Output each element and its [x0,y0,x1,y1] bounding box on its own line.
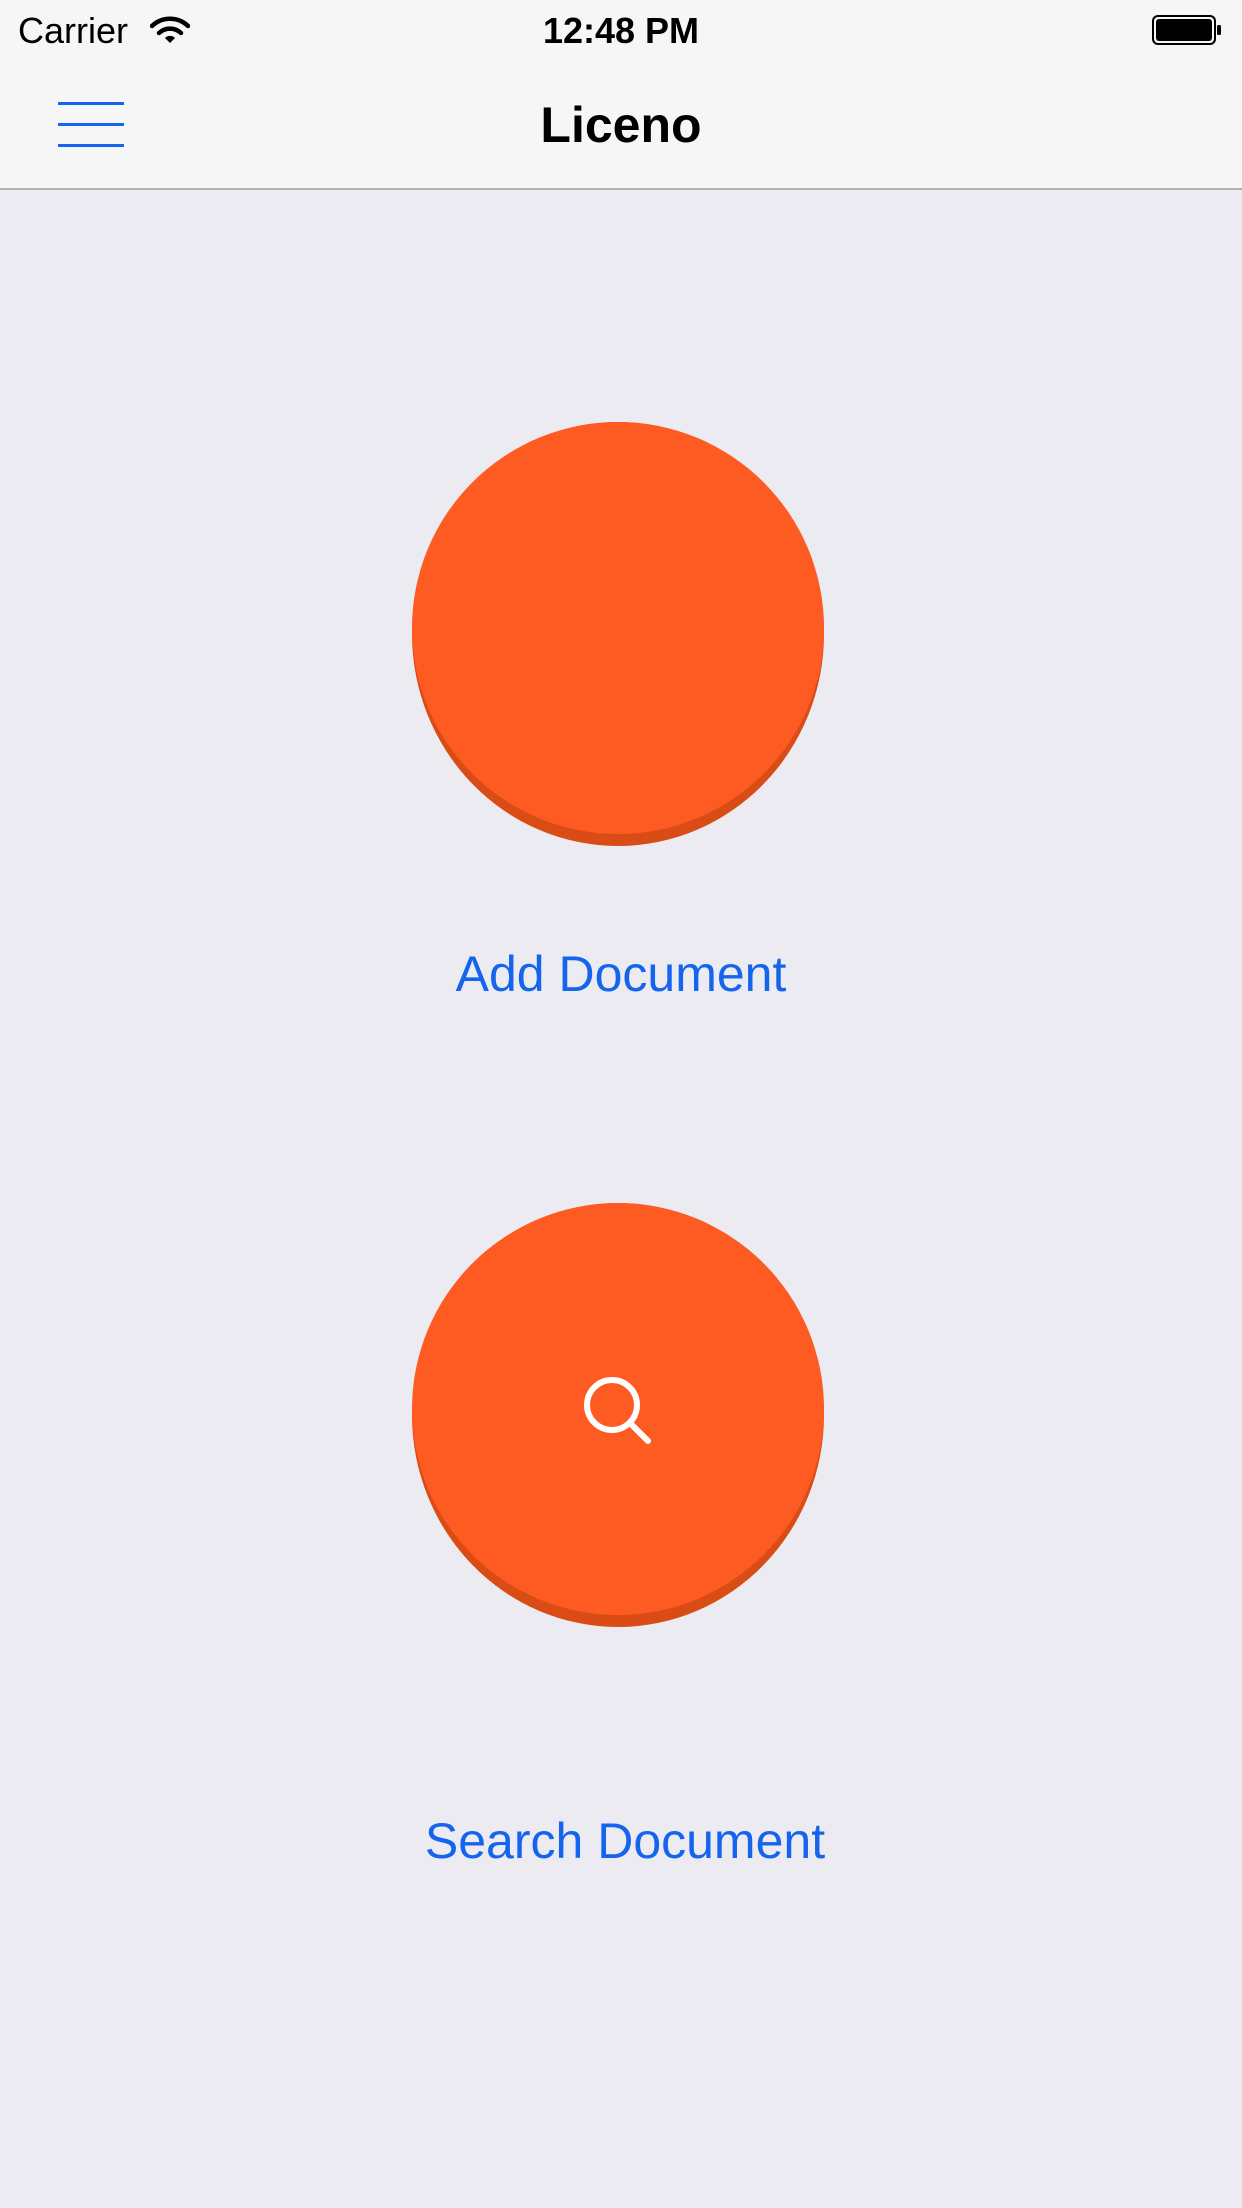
status-bar: Carrier 12:48 PM [0,0,1242,60]
search-document-button-face [412,1203,824,1615]
search-document-link[interactable]: Search Document [4,1812,1242,1870]
battery-icon [1152,15,1221,45]
navigation-bar: Liceno [0,60,1242,190]
add-document-button[interactable] [412,422,824,846]
search-document-button[interactable] [412,1203,824,1627]
search-icon [584,1377,651,1444]
page-title: Liceno [540,97,702,153]
add-document-button-face [412,422,824,834]
add-document-link[interactable]: Add Document [0,945,1242,1003]
status-time: 12:48 PM [542,10,700,51]
